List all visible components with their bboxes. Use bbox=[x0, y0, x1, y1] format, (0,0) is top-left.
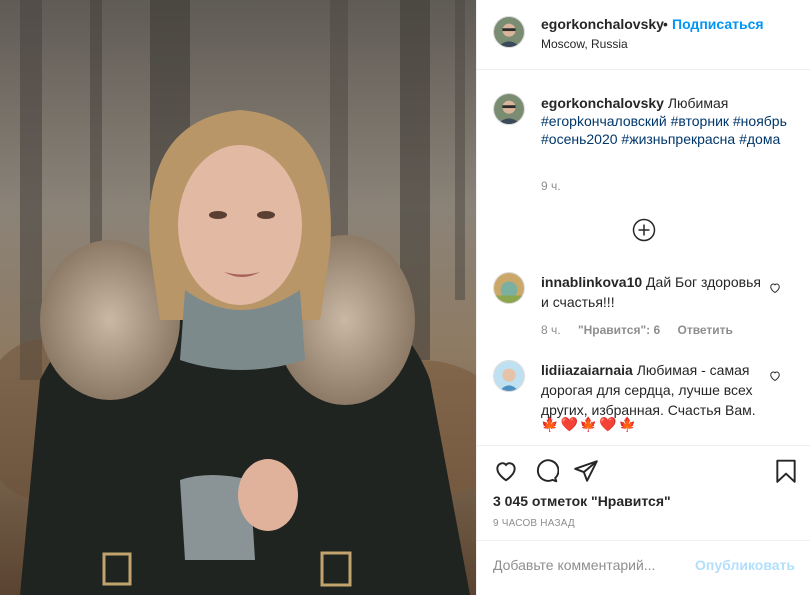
post-location[interactable]: Moscow, Russia bbox=[541, 37, 628, 51]
comment-button[interactable] bbox=[533, 458, 559, 484]
likes-count[interactable]: 3 045 отметок "Нравится" bbox=[493, 493, 671, 509]
reply-button[interactable]: Ответить bbox=[677, 323, 732, 337]
comments-area[interactable]: egorkonchalovsky Любимая #егорkончаловск… bbox=[477, 71, 810, 445]
red-heart-emoji: ❤️ bbox=[599, 416, 617, 432]
post-header: egorkonchalovsky • Подписаться Moscow, R… bbox=[477, 0, 810, 70]
save-button[interactable] bbox=[773, 458, 799, 484]
maple-leaf-emoji: 🍁 bbox=[541, 416, 559, 432]
heart-icon bbox=[496, 462, 516, 482]
caption-avatar[interactable] bbox=[493, 93, 525, 125]
commenter-avatar[interactable] bbox=[493, 272, 525, 304]
load-more-comments-button[interactable] bbox=[632, 218, 656, 242]
post-timestamp[interactable]: 9 ЧАСОВ НАЗАД bbox=[493, 518, 575, 529]
comment-likes[interactable]: "Нравится": 6 bbox=[578, 323, 660, 337]
maple-leaf-emoji: 🍁 bbox=[618, 416, 637, 432]
follow-button[interactable]: Подписаться bbox=[672, 16, 764, 32]
post-sidebar: egorkonchalovsky • Подписаться Moscow, R… bbox=[476, 0, 810, 595]
comment-username[interactable]: innablinkova10 bbox=[541, 274, 642, 290]
separator-dot: • bbox=[663, 16, 668, 32]
heart-icon[interactable] bbox=[769, 282, 781, 294]
caption-username[interactable]: egorkonchalovsky bbox=[541, 95, 664, 111]
instagram-post: egorkonchalovsky • Подписаться Moscow, R… bbox=[0, 0, 810, 595]
photo-image bbox=[0, 0, 476, 595]
bookmark-icon bbox=[776, 459, 796, 483]
share-button[interactable] bbox=[573, 458, 599, 484]
plus-circle-icon bbox=[632, 218, 656, 242]
caption-hashtags[interactable]: #егорkончаловский #вторник #ноябрь #осен… bbox=[541, 113, 787, 147]
post-caption: egorkonchalovsky Любимая #егорkончаловск… bbox=[541, 94, 791, 148]
add-comment-row: Опубликовать bbox=[477, 540, 810, 595]
comment-input[interactable] bbox=[493, 557, 693, 573]
maple-leaf-emoji: 🍁 bbox=[579, 416, 598, 432]
comment-username[interactable]: lidiiazaiarnaia bbox=[541, 362, 633, 378]
commenter-avatar[interactable] bbox=[493, 360, 525, 392]
like-button[interactable] bbox=[493, 458, 519, 484]
post-photo[interactable] bbox=[0, 0, 476, 595]
caption-text: Любимая bbox=[667, 95, 729, 111]
author-avatar[interactable] bbox=[493, 16, 525, 48]
comment-icon bbox=[536, 459, 559, 483]
comment-time[interactable]: 8 ч. bbox=[541, 323, 561, 337]
heart-icon[interactable] bbox=[769, 370, 781, 382]
post-actions: 3 045 отметок "Нравится" 9 ЧАСОВ НАЗАД О… bbox=[477, 445, 810, 595]
comment-emojis: 🍁 ❤️ 🍁 ❤️ 🍁 bbox=[541, 416, 636, 432]
red-heart-emoji: ❤️ bbox=[560, 416, 578, 432]
publish-comment-button[interactable]: Опубликовать bbox=[695, 557, 795, 573]
author-username[interactable]: egorkonchalovsky bbox=[541, 16, 664, 32]
caption-timestamp[interactable]: 9 ч. bbox=[541, 179, 561, 193]
comment-2: lidiiazaiarnaia Любимая - самая дорогая … bbox=[541, 360, 761, 420]
comment-1-meta: 8 ч. "Нравится": 6 Ответить bbox=[541, 323, 747, 337]
send-icon bbox=[574, 460, 598, 482]
comment-1: innablinkova10 Дай Бог здоровья и счасть… bbox=[541, 272, 771, 312]
